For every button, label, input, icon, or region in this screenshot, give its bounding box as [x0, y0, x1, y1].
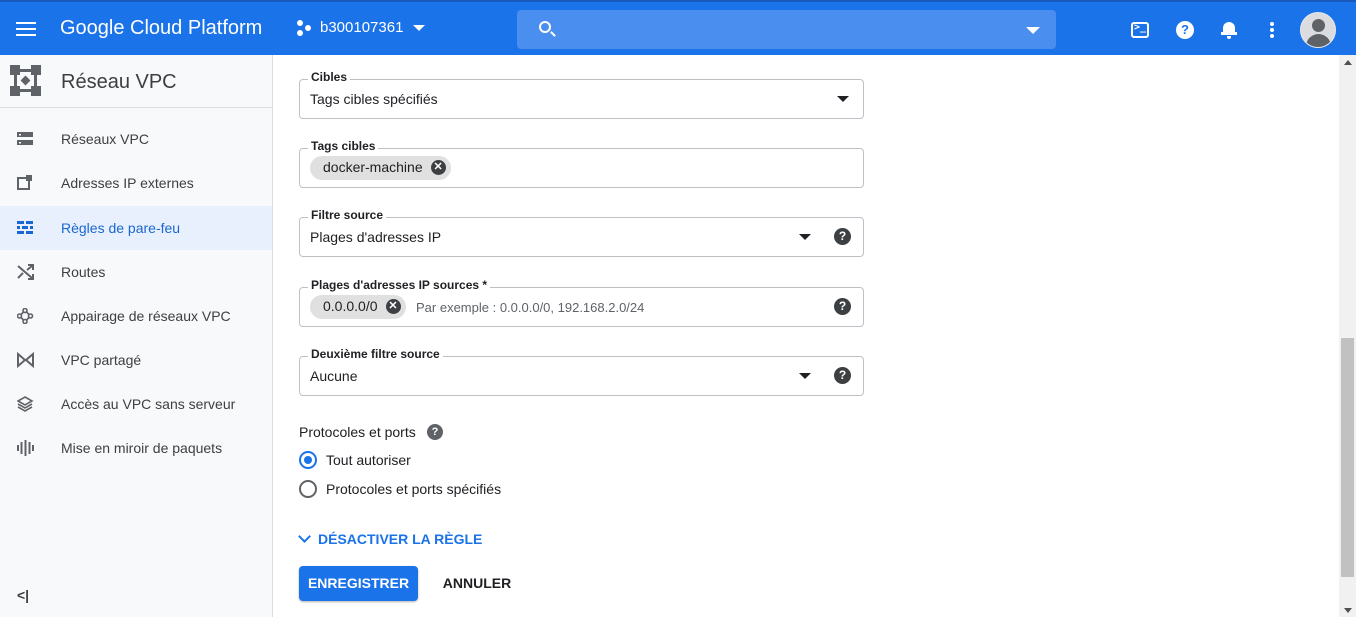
second-source-filter-value: Aucune [310, 368, 358, 384]
sidebar-item-routes[interactable]: Routes [0, 250, 272, 294]
targets-label: Cibles [308, 70, 351, 84]
chevron-down-icon [799, 373, 811, 379]
targets-select[interactable]: Cibles Tags cibles spécifiés [299, 70, 864, 119]
vpc-networks-icon [17, 131, 34, 147]
remove-chip-icon[interactable]: ✕ [430, 160, 446, 175]
sidebar-header: Réseau VPC [0, 55, 272, 108]
avatar-icon [1312, 19, 1325, 32]
source-ip-ranges-field[interactable]: Plages d'adresses IP sources * 0.0.0.0/0… [299, 278, 864, 327]
menu-icon[interactable] [14, 19, 38, 39]
help-icon[interactable]: ? [834, 367, 851, 384]
ip-range-chip: 0.0.0.0/0 ✕ [310, 295, 406, 319]
second-source-filter-select[interactable]: Deuxième filtre source Aucune ? [299, 347, 864, 396]
top-app-bar: Google Cloud Platform b300107361 ? [0, 0, 1356, 55]
sidebar-item-external-ip[interactable]: Adresses IP externes [0, 161, 272, 205]
sidebar-item-vpc-networks[interactable]: Réseaux VPC [0, 117, 272, 161]
sidebar-item-firewall[interactable]: Règles de pare-feu [0, 206, 272, 250]
source-filter-value: Plages d'adresses IP [310, 229, 442, 245]
tag-chip: docker-machine ✕ [310, 156, 451, 180]
vpc-network-logo-icon [10, 65, 41, 96]
sidebar-item-label: Réseaux VPC [61, 131, 149, 147]
shared-vpc-icon [17, 351, 34, 369]
save-button[interactable]: ENREGISTRER [299, 566, 418, 601]
firewall-icon [17, 220, 34, 236]
project-dots-icon [296, 19, 312, 36]
remove-chip-icon[interactable]: ✕ [385, 299, 401, 314]
help-icon[interactable]: ? [1176, 21, 1194, 39]
more-vert-icon[interactable] [1264, 20, 1280, 40]
sidebar-title: Réseau VPC [61, 71, 177, 93]
protocols-heading: Protocoles et ports [299, 424, 416, 440]
chevron-down-icon [837, 96, 849, 102]
sidebar-item-peering[interactable]: Appairage de réseaux VPC [0, 294, 272, 338]
avatar[interactable] [1300, 12, 1336, 48]
target-tags-field[interactable]: Tags cibles docker-machine ✕ [299, 139, 864, 188]
project-selector[interactable]: b300107361 [296, 19, 426, 36]
sidebar-item-label: Accès au VPC sans serveur [61, 396, 236, 412]
radio-specified-protocols[interactable] [299, 480, 317, 498]
help-icon[interactable]: ? [427, 424, 443, 440]
disable-rule-label: DÉSACTIVER LA RÈGLE [318, 531, 483, 547]
scroll-down-icon[interactable] [1344, 608, 1352, 613]
radio-allow-all-label[interactable]: Tout autoriser [326, 452, 411, 468]
brand-title[interactable]: Google Cloud Platform [60, 17, 262, 40]
radio-allow-all[interactable] [299, 451, 317, 469]
second-source-filter-label: Deuxième filtre source [308, 347, 443, 361]
cancel-button[interactable]: ANNULER [433, 566, 521, 601]
sidebar-item-label: VPC partagé [61, 352, 142, 368]
sidebar: Réseau VPC Réseaux VPC Adresses IP exter… [0, 55, 273, 617]
radio-specified-protocols-label[interactable]: Protocoles et ports spécifiés [326, 481, 501, 497]
chevron-down-icon [799, 234, 811, 240]
sidebar-item-serverless-access[interactable]: Accès au VPC sans serveur [0, 382, 272, 426]
target-tags-label: Tags cibles [308, 139, 379, 153]
cloud-shell-icon[interactable] [1131, 22, 1149, 38]
source-ip-ranges-placeholder: Par exemple : 0.0.0.0/0, 192.168.2.0/24 [416, 300, 645, 315]
search-bar[interactable] [517, 10, 1056, 49]
peering-icon [16, 307, 34, 325]
packet-mirroring-icon [17, 440, 34, 456]
sidebar-item-label: Routes [61, 264, 106, 280]
collapse-sidebar-button[interactable]: <| [17, 587, 29, 603]
search-dropdown-icon[interactable] [1026, 27, 1040, 34]
sidebar-item-packet-mirroring[interactable]: Mise en miroir de paquets [0, 426, 272, 470]
targets-value: Tags cibles spécifiés [310, 91, 438, 107]
source-filter-label: Filtre source [308, 208, 387, 222]
sidebar-item-label: Règles de pare-feu [61, 220, 181, 236]
routes-icon [17, 264, 34, 280]
serverless-access-icon [16, 396, 34, 412]
project-name: b300107361 [320, 19, 404, 36]
disable-rule-toggle[interactable]: DÉSACTIVER LA RÈGLE [297, 530, 483, 547]
help-icon[interactable]: ? [834, 228, 851, 245]
tag-chip-label: docker-machine [323, 159, 423, 175]
chevron-down-icon [413, 24, 426, 31]
search-icon [539, 21, 551, 33]
sidebar-item-label: Mise en miroir de paquets [61, 440, 223, 456]
sidebar-item-label: Adresses IP externes [61, 175, 194, 191]
bell-icon[interactable] [1220, 20, 1238, 40]
ip-range-chip-label: 0.0.0.0/0 [323, 298, 378, 314]
source-filter-select[interactable]: Filtre source Plages d'adresses IP ? [299, 208, 864, 257]
scrollbar-thumb[interactable] [1341, 338, 1354, 577]
sidebar-item-label: Appairage de réseaux VPC [61, 308, 231, 324]
chevron-down-icon [298, 530, 311, 543]
external-ip-icon [17, 175, 34, 191]
scroll-up-icon[interactable] [1344, 60, 1352, 65]
sidebar-item-shared-vpc[interactable]: VPC partagé [0, 338, 272, 382]
help-icon[interactable]: ? [834, 298, 851, 315]
source-ip-ranges-label: Plages d'adresses IP sources * [308, 278, 491, 292]
